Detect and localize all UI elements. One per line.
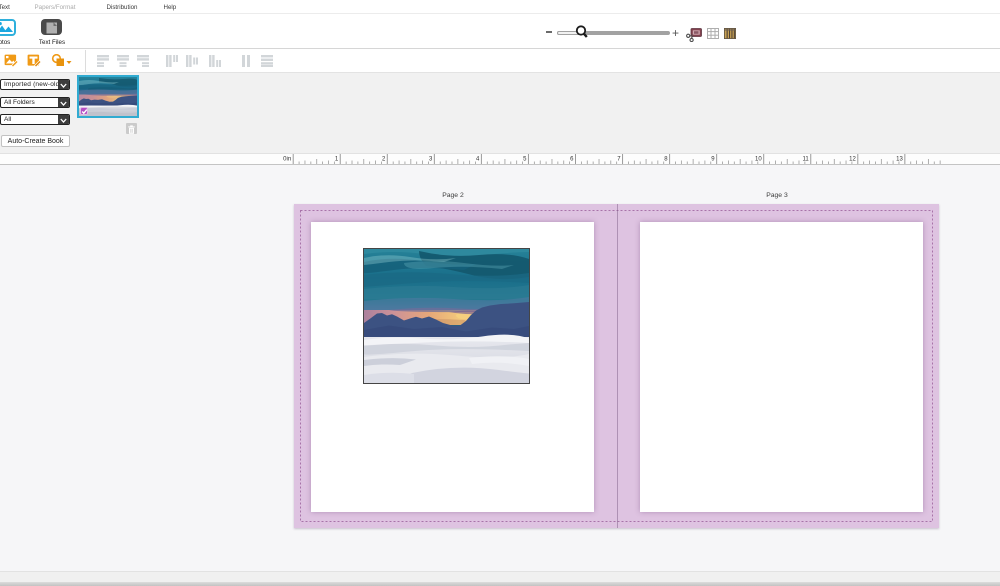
svg-text:9: 9	[711, 157, 715, 163]
svg-text:7: 7	[617, 157, 621, 163]
svg-text:10: 10	[755, 157, 762, 163]
svg-text:4: 4	[476, 157, 480, 163]
svg-text:12: 12	[849, 157, 856, 163]
svg-text:1: 1	[335, 157, 339, 163]
svg-text:13: 13	[896, 157, 903, 163]
svg-text:8: 8	[664, 157, 668, 163]
svg-text:2: 2	[382, 157, 386, 163]
svg-text:5: 5	[523, 157, 527, 163]
svg-text:0in: 0in	[283, 157, 291, 163]
svg-text:6: 6	[570, 157, 574, 163]
svg-text:3: 3	[429, 157, 433, 163]
svg-text:11: 11	[803, 157, 810, 163]
